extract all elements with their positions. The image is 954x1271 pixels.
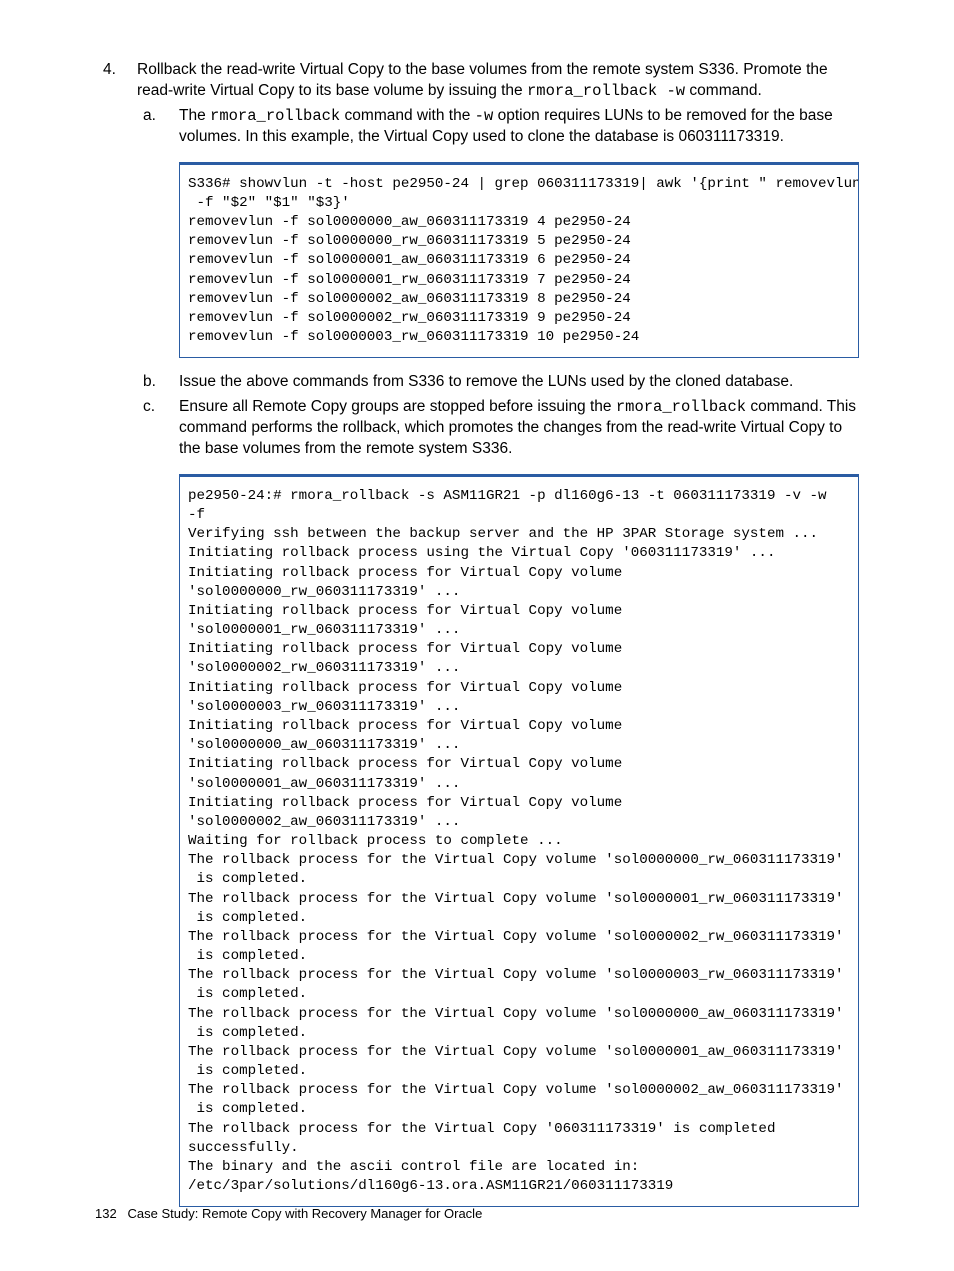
step-4a: a. The rmora_rollback command with the -…: [137, 106, 859, 358]
step4-text-post: command.: [685, 82, 762, 99]
step-4b: b. Issue the above commands from S336 to…: [137, 372, 859, 393]
step-number: 4.: [103, 60, 116, 81]
step4c-pre: Ensure all Remote Copy groups are stoppe…: [179, 398, 616, 415]
step4a-pre1: The: [179, 107, 210, 124]
step4a-opt1: -w: [475, 107, 494, 125]
step-4: 4. Rollback the read-write Virtual Copy …: [95, 60, 859, 1207]
step4a-mid1: command with the: [340, 107, 474, 124]
page-number: 132: [95, 1206, 117, 1221]
footer-title: Case Study: Remote Copy with Recovery Ma…: [128, 1206, 483, 1221]
page-footer: 132 Case Study: Remote Copy with Recover…: [95, 1205, 482, 1223]
step-4c: c. Ensure all Remote Copy groups are sto…: [137, 397, 859, 1207]
substep-letter: a.: [143, 106, 156, 127]
code-block-1: S336# showvlun -t -host pe2950-24 | grep…: [179, 162, 859, 359]
code-block-2: pe2950-24:# rmora_rollback -s ASM11GR21 …: [179, 474, 859, 1207]
step4c-cmd: rmora_rollback: [616, 398, 746, 416]
substep-letter: b.: [143, 372, 156, 393]
step4a-cmd1: rmora_rollback: [210, 107, 340, 125]
step4-cmd: rmora_rollback -w: [527, 82, 685, 100]
step4b-text: Issue the above commands from S336 to re…: [179, 373, 793, 390]
substep-letter: c.: [143, 397, 155, 418]
